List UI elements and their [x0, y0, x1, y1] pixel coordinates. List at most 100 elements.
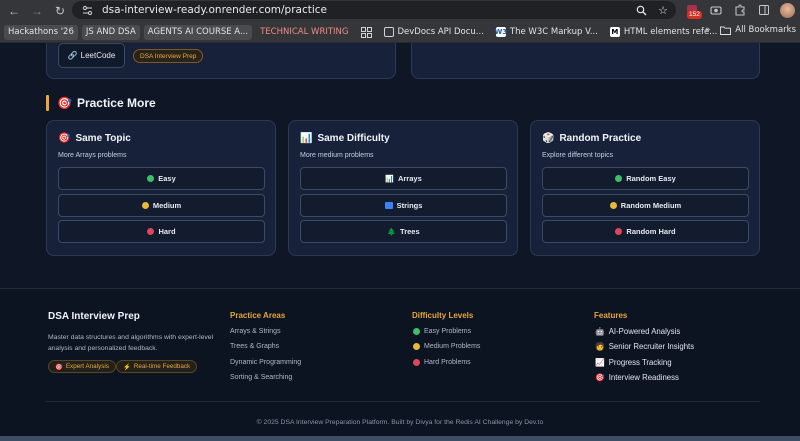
bookmarks-bar: Hackathons '26 JS AND DSA AGENTS AI COUR… [0, 22, 800, 43]
trees-button[interactable]: 🌲 Trees [300, 220, 507, 243]
bookmark-html-elements[interactable]: M HTML elements refe... [606, 25, 721, 40]
forward-arrow-icon[interactable]: → [28, 2, 46, 20]
bookmarks-overflow-icon[interactable]: » [705, 25, 710, 35]
features-title: Features [594, 311, 628, 320]
button-label: Strings [396, 201, 423, 210]
card-title: Same Topic [75, 133, 131, 144]
footer-brand: DSA Interview Prep [48, 311, 140, 322]
bookmark-label: JS AND DSA [85, 27, 136, 37]
reload-icon[interactable]: ↻ [51, 2, 69, 20]
button-label: Trees [400, 227, 420, 236]
feature-ai-analysis: 🤖 AI-Powered Analysis [595, 327, 680, 336]
site-footer: DSA Interview Prep Master data structure… [0, 288, 800, 441]
link-label: Easy Problems [424, 328, 472, 335]
mdn-icon: M [609, 27, 620, 37]
person-icon: 🧑 [595, 342, 605, 351]
footer-divider [46, 401, 760, 402]
bookmark-star-icon[interactable]: ☆ [656, 3, 670, 17]
profile-avatar[interactable] [780, 2, 795, 18]
document-icon [383, 27, 394, 37]
feature-progress-tracking: 📈 Progress Tracking [595, 358, 672, 367]
extension-badge: 152 [687, 11, 702, 19]
button-label: Arrays [397, 174, 422, 183]
chart-icon: 📈 [595, 358, 605, 367]
leetcode-label: LeetCode [80, 51, 116, 60]
footer-link-sorting-searching[interactable]: Sorting & Searching [230, 374, 292, 381]
bookmark-folder-technical-writing[interactable]: TECHNICAL WRITING [256, 25, 352, 40]
prep-badge: DSA Interview Prep [133, 49, 204, 63]
extensions-puzzle-icon[interactable] [732, 2, 748, 18]
bookmark-folder-js-dsa[interactable]: JS AND DSA [81, 24, 140, 40]
difficulty-levels-title: Difficulty Levels [412, 311, 474, 320]
footer-link-medium[interactable]: Medium Problems [413, 343, 480, 350]
arrays-button[interactable]: 📊 Arrays [300, 167, 507, 190]
extension-icon[interactable]: 152 [684, 2, 702, 19]
card-title: Random Practice [559, 133, 642, 144]
bookmark-label: Hackathons '26 [8, 27, 74, 37]
bookmark-label: DevDocs API Docu... [397, 27, 484, 37]
random-easy-button[interactable]: Random Easy [542, 167, 749, 190]
url-text[interactable]: dsa-interview-ready.onrender.com/practic… [102, 4, 327, 16]
leetcode-button[interactable]: 🔗 LeetCode [58, 43, 125, 68]
bookmark-devdocs[interactable]: DevDocs API Docu... [380, 25, 488, 40]
sidepanel-icon[interactable] [756, 2, 772, 18]
page-content: 🔗 LeetCode DSA Interview Prep 🎯 Practice… [0, 43, 800, 441]
dart-icon: 🎯 [55, 363, 63, 371]
lightning-icon: ⚡ [123, 363, 131, 371]
red-dot-icon [615, 228, 623, 235]
same-difficulty-card: 📊 Same Difficulty More medium problems 📊 A… [288, 120, 518, 256]
green-dot-icon [413, 328, 420, 335]
button-label: Medium [152, 201, 182, 210]
same-topic-card: 🎯 Same Topic More Arrays problems Easy Me… [46, 120, 276, 256]
bookmark-w3c[interactable]: W3 The W3C Markup V... [492, 25, 602, 40]
dice-icon: 🎲 [542, 133, 555, 144]
section-accent-bar [46, 95, 49, 111]
green-dot-icon [147, 175, 155, 182]
bookmark-label: HTML elements refe... [623, 27, 718, 37]
random-hard-button[interactable]: Random Hard [542, 220, 749, 243]
card-title: Same Difficulty [317, 133, 390, 144]
footer-description: Master data structures and algorithms wi… [48, 334, 214, 352]
zoom-icon[interactable] [634, 3, 648, 17]
side-card [411, 43, 760, 79]
feature-label: Progress Tracking [608, 358, 672, 367]
yellow-dot-icon [413, 343, 420, 350]
footer-link-easy[interactable]: Easy Problems [413, 328, 471, 335]
all-bookmarks-label: All Bookmarks [735, 25, 796, 35]
medium-button[interactable]: Medium [58, 194, 265, 217]
bookmark-folder-hackathons[interactable]: Hackathons '26 [4, 24, 78, 40]
button-label: Random Easy [626, 174, 676, 183]
red-dot-icon [413, 359, 420, 366]
footer-link-trees-graphs[interactable]: Trees & Graphs [230, 343, 279, 350]
w3c-icon: W3 [494, 27, 508, 37]
site-settings-icon[interactable] [80, 3, 94, 17]
feature-recruiter-insights: 🧑 Senior Recruiter Insights [595, 342, 694, 351]
bar-chart-icon: 📊 [385, 175, 394, 183]
button-label: Random Hard [626, 227, 676, 236]
strings-button[interactable]: Strings [300, 194, 507, 217]
feature-interview-readiness: 🎯 Interview Readiness [595, 373, 679, 382]
bookmark-folder-agents[interactable]: AGENTS AI COURSE A... [143, 24, 253, 40]
robot-icon: 🤖 [595, 327, 605, 336]
address-bar[interactable]: dsa-interview-ready.onrender.com/practic… [72, 1, 676, 19]
random-medium-button[interactable]: Random Medium [542, 194, 749, 217]
green-dot-icon [615, 175, 623, 182]
footer-copyright: © 2025 DSA Interview Preparation Platfor… [256, 419, 544, 426]
card-subtitle: More medium problems [300, 152, 374, 159]
footer-link-dynamic-programming[interactable]: Dynamic Programming [230, 359, 301, 366]
bookmark-label: The W3C Markup V... [509, 27, 598, 37]
footer-link-hard[interactable]: Hard Problems [413, 359, 471, 366]
bookmark-label: TECHNICAL WRITING [260, 27, 349, 37]
browser-toolbar: ← → ↻ dsa-interview-ready.onrender.com/p… [0, 0, 800, 22]
realtime-feedback-badge: ⚡ Real-time Feedback [116, 360, 198, 373]
easy-button[interactable]: Easy [58, 167, 265, 190]
back-arrow-icon[interactable]: ← [5, 2, 23, 20]
all-bookmarks-button[interactable]: All Bookmarks [720, 25, 796, 35]
feature-label: Interview Readiness [608, 373, 679, 382]
screenshot-icon[interactable] [708, 2, 724, 18]
footer-link-arrays-strings[interactable]: Arrays & Strings [230, 328, 281, 335]
practice-areas-title: Practice Areas [230, 311, 286, 320]
hard-button[interactable]: Hard [58, 220, 265, 243]
apps-grid-icon[interactable] [357, 25, 376, 40]
badge-label: Expert Analysis [65, 363, 109, 370]
